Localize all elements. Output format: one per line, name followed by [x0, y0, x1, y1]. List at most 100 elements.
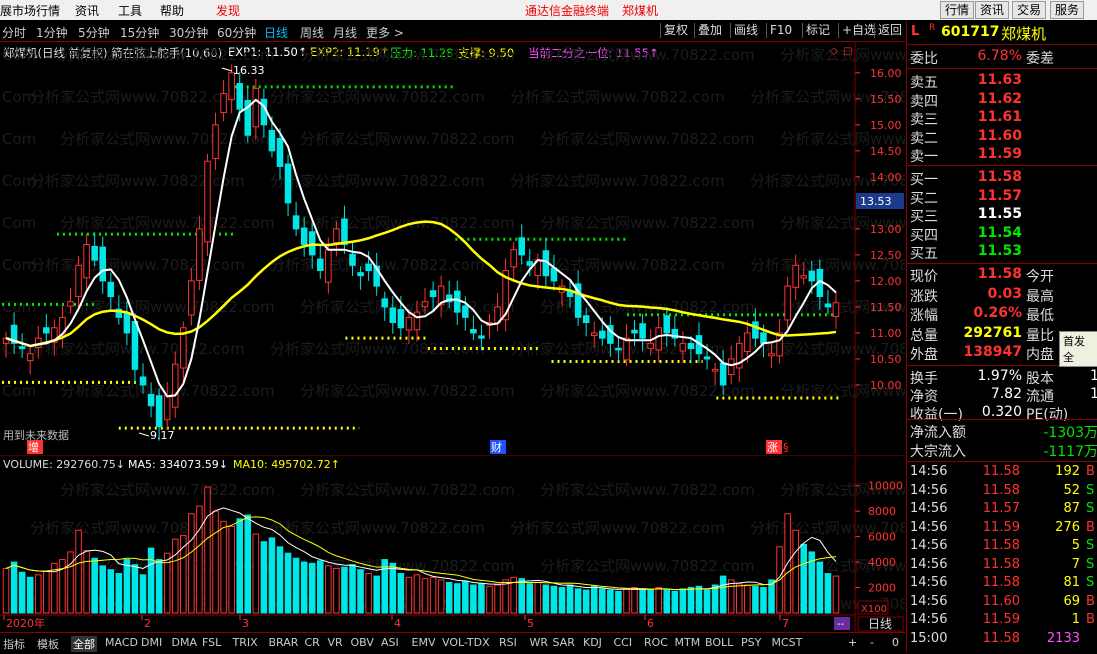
news-button[interactable]: 资讯 [975, 1, 1010, 19]
month-axis: 2020年 2 3 4 5 6 7 [3, 615, 789, 630]
volume-bar [188, 513, 195, 614]
ask-row[interactable]: 卖二 11.60 [910, 128, 1097, 147]
bid-row[interactable]: 买四 11.54 [910, 225, 1097, 244]
indicator-tab-dma[interactable]: DMA [172, 636, 198, 649]
indicator-tab-emv[interactable]: EMV [412, 636, 436, 649]
period-intraday[interactable]: 分时 [2, 24, 26, 41]
zoom-out-button[interactable]: - [870, 636, 874, 649]
scroll-end-button[interactable]: -- [837, 619, 845, 630]
indicator-tab-cr[interactable]: CR [305, 636, 320, 649]
stat-label-2: 内盘 [1026, 347, 1054, 363]
volume-bar [655, 587, 662, 614]
tick-row: 14:56 11.57 87 S [910, 501, 1097, 519]
indicator-tab-psy[interactable]: PSY [741, 636, 761, 649]
stat2-value: 7.82 [990, 386, 1022, 402]
indicator-tab-模板[interactable]: 模板 [37, 636, 59, 652]
period-daily[interactable]: 日线 [264, 24, 288, 41]
tick-time: 14:56 [910, 612, 948, 627]
candle-body [26, 353, 34, 362]
reset-zoom-button[interactable]: 0 [892, 636, 899, 649]
overlay-button[interactable]: 叠加 [694, 23, 725, 38]
menu-item-help[interactable]: 帮助 [160, 2, 184, 19]
volume-bar [91, 557, 98, 614]
candle-body [67, 301, 74, 307]
indicator-tab-trix[interactable]: TRIX [233, 636, 258, 649]
candle-body [429, 290, 437, 298]
bid-row[interactable]: 买三 11.55 [910, 206, 1097, 225]
mark-button[interactable]: 标记 [802, 23, 833, 38]
indicator-tab-obv[interactable]: OBV [351, 636, 374, 649]
candle-body [365, 263, 372, 272]
ask-row[interactable]: 卖三 11.61 [910, 109, 1097, 128]
candle-body [582, 315, 590, 324]
quote-button[interactable]: 行情 [940, 1, 975, 19]
ask-row[interactable]: 卖四 11.62 [910, 91, 1097, 110]
period-60min[interactable]: 60分钟 [217, 24, 256, 41]
indicator-tab-cci[interactable]: CCI [614, 636, 633, 649]
indicator-tab-macd[interactable]: MACD [105, 636, 138, 649]
volume-bar [220, 520, 227, 614]
volume-bar [300, 561, 308, 614]
indicator-tab-asi[interactable]: ASI [381, 636, 399, 649]
indicator-tab-vr[interactable]: VR [328, 636, 343, 649]
close-chart-icon[interactable]: □ [843, 46, 852, 57]
candle-body [808, 270, 816, 282]
adjust-button[interactable]: 复权 [660, 23, 691, 38]
indicator-tab-brar[interactable]: BRAR [269, 636, 299, 649]
ask-row[interactable]: 卖一 11.59 [910, 146, 1097, 165]
marker-finance[interactable]: 财 [491, 440, 502, 454]
watermark-text: 分析家公式网www.70822.com [540, 557, 755, 575]
draw-button[interactable]: 画线 [730, 23, 761, 38]
indicator-tab-roc[interactable]: ROC [644, 636, 668, 649]
period-monthly[interactable]: 月线 [333, 24, 357, 41]
marker-increase[interactable]: 增 [28, 440, 39, 454]
candle-body [655, 327, 662, 351]
indicator-tab-boll[interactable]: BOLL [705, 636, 733, 649]
stat2-value-2: 1 [1090, 386, 1097, 402]
volume-bar [147, 547, 155, 614]
indicator-tab-kdj[interactable]: KDJ [583, 636, 602, 649]
menu-item-news[interactable]: 资讯 [75, 2, 99, 19]
period-1min[interactable]: 1分钟 [36, 24, 68, 41]
period-15min[interactable]: 15分钟 [120, 24, 159, 41]
f10-button[interactable]: F10 [766, 23, 795, 38]
menu-item-discover[interactable]: 发现 [216, 2, 240, 19]
period-5min[interactable]: 5分钟 [78, 24, 110, 41]
indicator-tab-sar[interactable]: SAR [553, 636, 575, 649]
watermark-text: 分析家公式网www.70822.com [60, 214, 275, 232]
service-button[interactable]: 服务 [1050, 1, 1085, 19]
period-30min[interactable]: 30分钟 [169, 24, 208, 41]
price-chart[interactable]: 分析家公式网www.70822.com 分析家公式网www.70822.com 分析… [0, 42, 905, 454]
indicator-tab-wr[interactable]: WR [530, 636, 549, 649]
bottom-period-button[interactable]: 日线 [868, 617, 892, 631]
indicator-tab-mcst[interactable]: MCST [772, 636, 803, 649]
indicator-tab-dmi[interactable]: DMI [141, 636, 162, 649]
volume-chart[interactable]: VOLUME: 292760.75↓ MA5: 334073.59↓ MA10:… [0, 455, 905, 632]
indicator-tab-指标[interactable]: 指标 [3, 636, 25, 652]
tick-direction: S [1086, 538, 1095, 553]
indicator-tab-mtm[interactable]: MTM [675, 636, 701, 649]
period-more[interactable]: 更多 > [366, 24, 404, 41]
volume-bar [123, 559, 131, 614]
volume-bar [10, 561, 18, 614]
watermark-text: Com [2, 214, 36, 232]
bid-row[interactable]: 买一 11.58 [910, 169, 1097, 188]
bid-row[interactable]: 买五 11.53 [910, 243, 1097, 262]
indicator-tab-rsi[interactable]: RSI [499, 636, 517, 649]
indicator-tab-fsl[interactable]: FSL [202, 636, 221, 649]
ask-row[interactable]: 卖五 11.63 [910, 72, 1097, 91]
bid-row[interactable]: 买二 11.57 [910, 188, 1097, 207]
indicator-tab-vol-tdx[interactable]: VOL-TDX [442, 636, 490, 649]
add-watchlist-button[interactable]: +自选 [838, 23, 879, 38]
marker-rise[interactable]: 涨 [767, 441, 778, 454]
menu-item-tools[interactable]: 工具 [118, 2, 142, 19]
period-weekly[interactable]: 周线 [300, 24, 324, 41]
zoom-in-button[interactable]: + [848, 636, 857, 649]
candle-body [147, 393, 155, 407]
back-button[interactable]: 返回 [874, 23, 905, 38]
trade-button[interactable]: 交易 [1012, 1, 1047, 19]
indicator-tab-全部[interactable]: 全部 [71, 636, 97, 652]
stat-row: 现价 11.58 今开 [910, 266, 1097, 285]
watermark-text: 分析家公式网www.70822.com [300, 46, 515, 64]
bid-price: 11.55 [977, 206, 1022, 222]
